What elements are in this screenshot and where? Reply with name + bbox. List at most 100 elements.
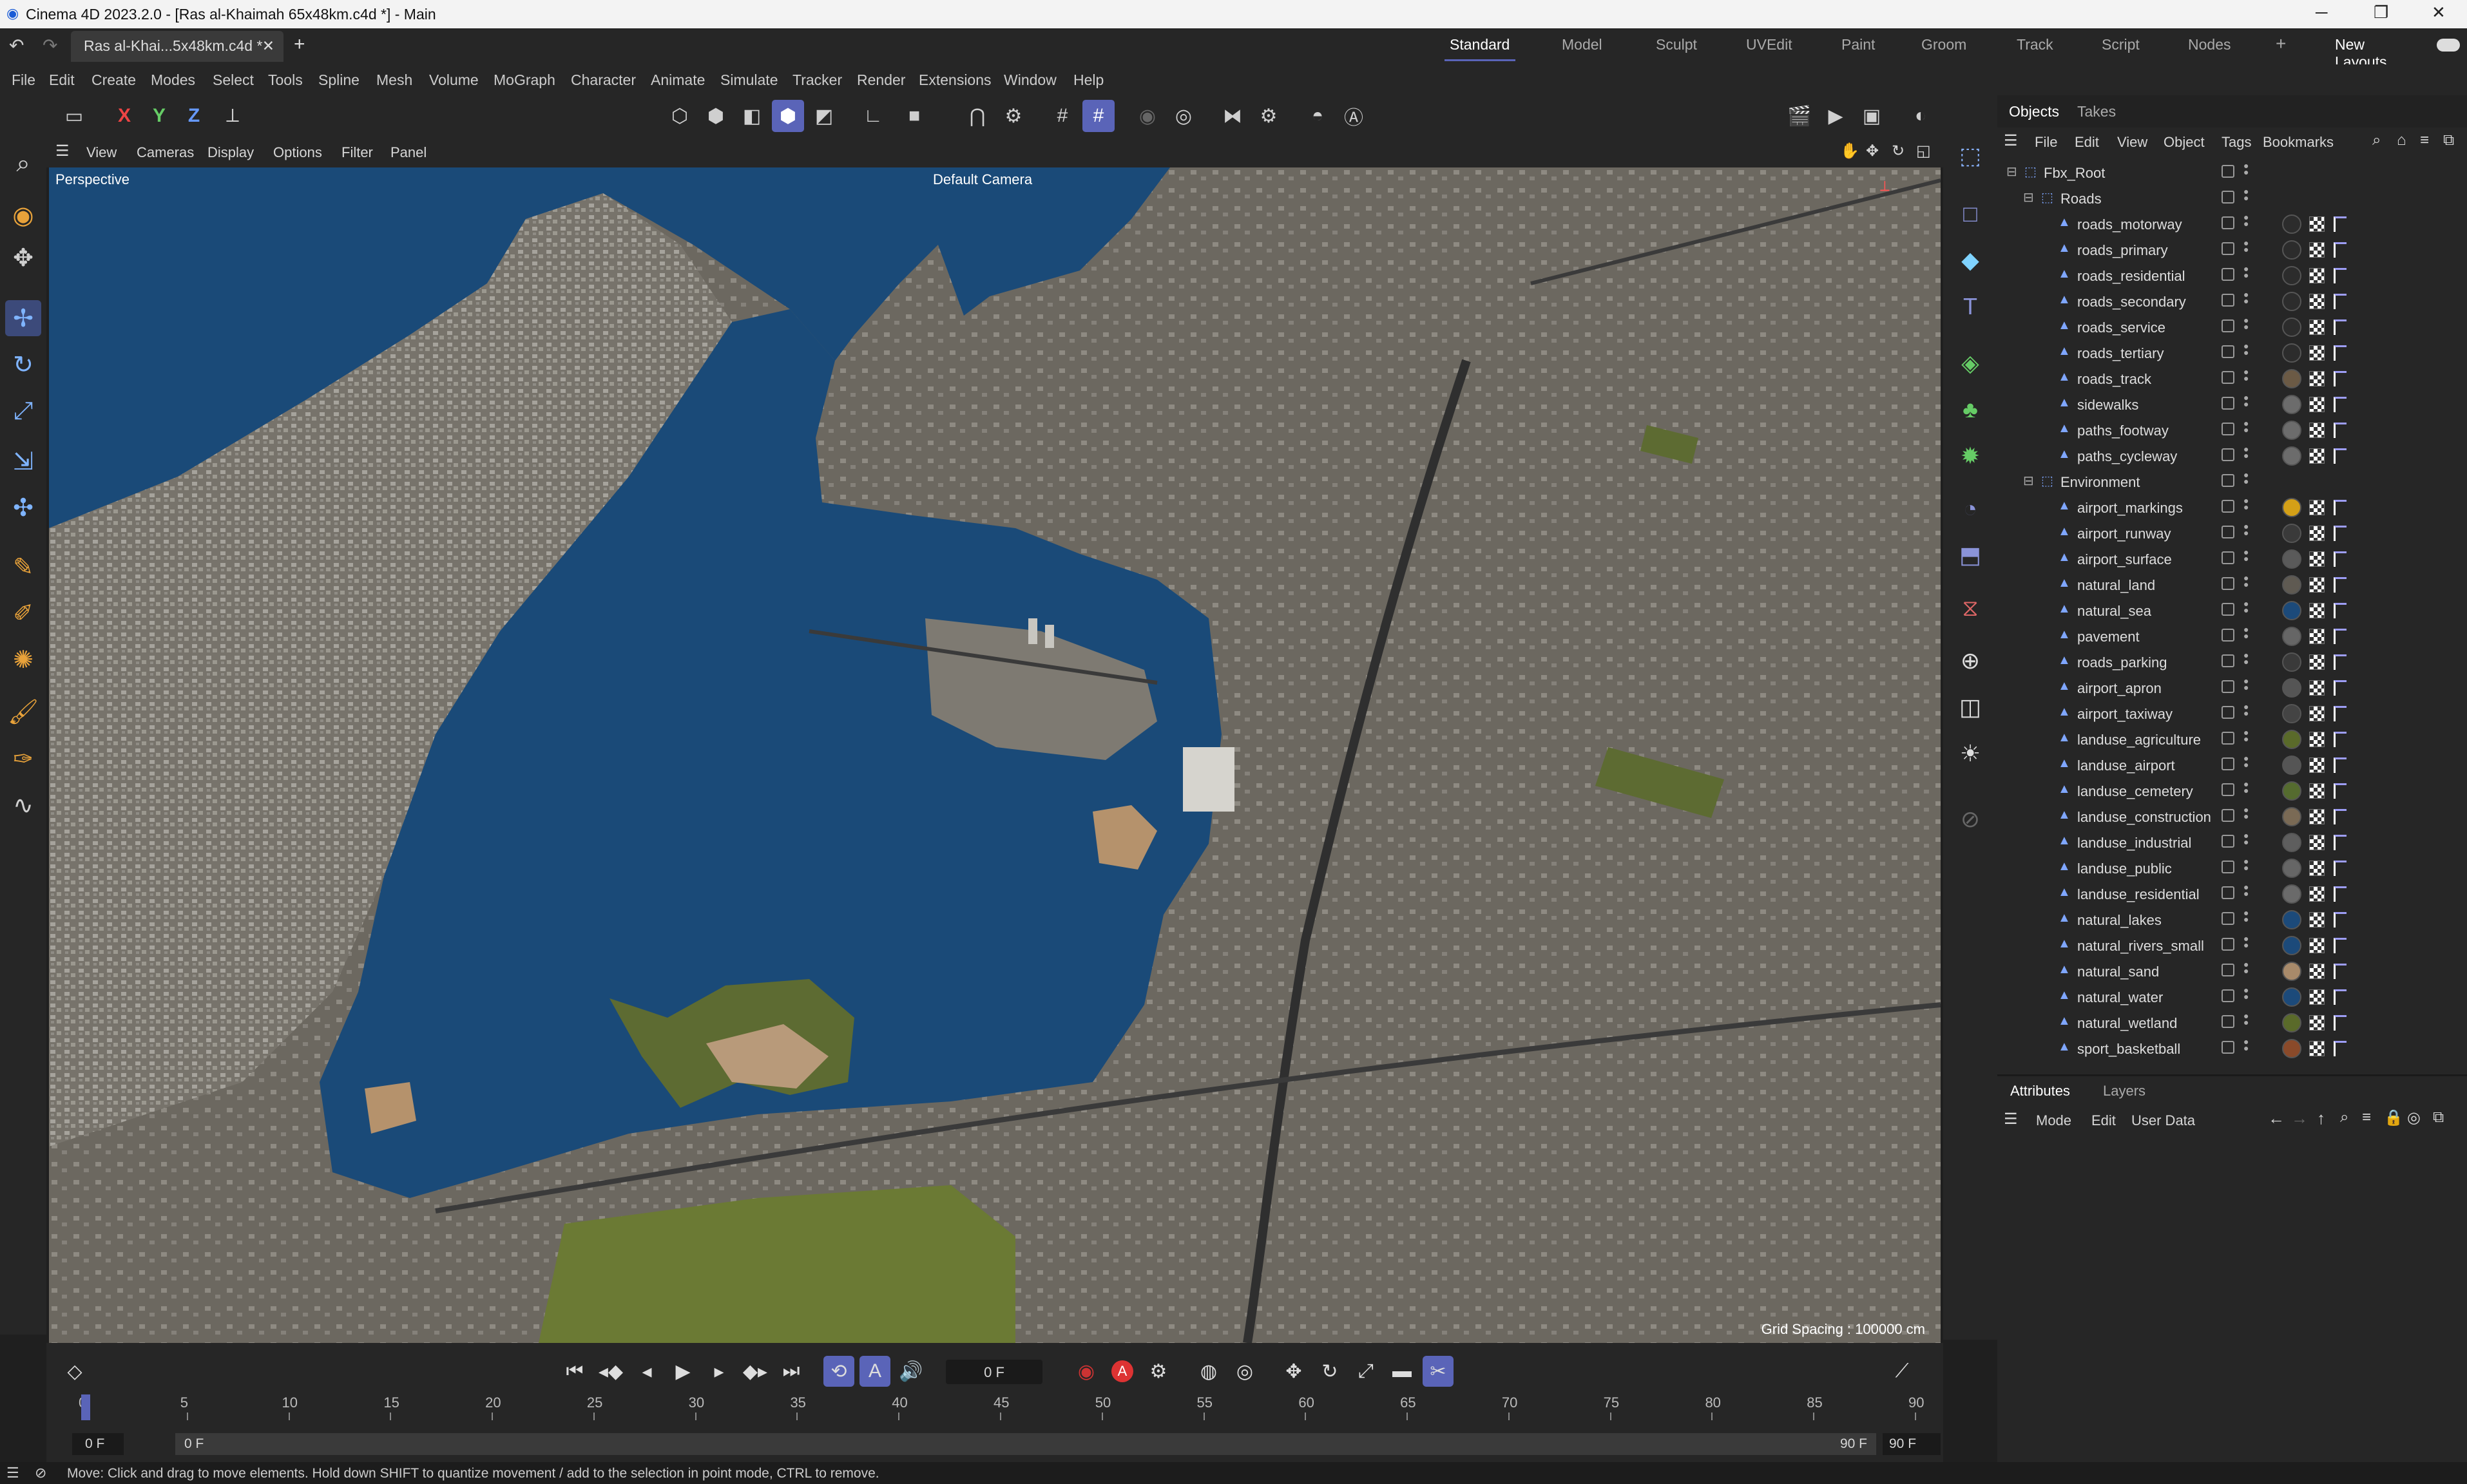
visibility-check-icon[interactable]	[2222, 680, 2234, 693]
editor-render-dots[interactable]: ● ●	[2243, 857, 2250, 879]
layout-nodes[interactable]: Nodes	[2188, 36, 2231, 53]
selection-tag-icon[interactable]	[2334, 783, 2347, 799]
visibility-check-icon[interactable]	[2222, 861, 2234, 873]
collapse-icon[interactable]: ⊟	[2023, 189, 2040, 206]
selection-tag-icon[interactable]	[2334, 938, 2347, 953]
next-key-icon[interactable]: ◆▸	[740, 1356, 771, 1387]
object-name[interactable]: airport_markings	[2077, 500, 2183, 517]
object-row[interactable]: ▲ landuse_airport ● ●	[1997, 752, 2467, 778]
visibility-check-icon[interactable]	[2222, 448, 2234, 461]
visibility-check-icon[interactable]	[2222, 757, 2234, 770]
uvw-tag-icon[interactable]	[2309, 629, 2325, 644]
visibility-check-icon[interactable]	[2222, 629, 2234, 642]
previous-key-icon[interactable]: ◂◆	[595, 1356, 626, 1387]
add-layout-icon[interactable]: +	[2276, 33, 2286, 54]
spline-wrap-icon[interactable]: ⧖	[1952, 590, 1988, 626]
editor-render-dots[interactable]: ● ●	[2243, 779, 2250, 801]
editor-render-dots[interactable]: ● ●	[2243, 213, 2250, 234]
uvw-tag-icon[interactable]	[2309, 938, 2325, 953]
selection-tag-icon[interactable]	[2334, 577, 2347, 593]
vp-menu-cameras[interactable]: Cameras	[137, 144, 194, 161]
uvw-tag-icon[interactable]	[2309, 526, 2325, 541]
new-window-icon[interactable]: ⧉	[2443, 131, 2454, 149]
layout-paint[interactable]: Paint	[1841, 36, 1875, 53]
visibility-check-icon[interactable]	[2222, 423, 2234, 435]
material-tag-icon[interactable]	[2282, 652, 2301, 672]
object-row[interactable]: ▲ natural_sea ● ●	[1997, 598, 2467, 623]
editor-render-dots[interactable]: ● ●	[2243, 754, 2250, 775]
subdivision-icon[interactable]: ◈	[1952, 345, 1988, 381]
object-name[interactable]: roads_primary	[2077, 242, 2168, 259]
material-tag-icon[interactable]	[2282, 678, 2301, 698]
object-name[interactable]: airport_apron	[2077, 680, 2162, 697]
minimize-icon[interactable]: ─	[2316, 3, 2327, 23]
object-row[interactable]: ▲ landuse_construction ● ●	[1997, 804, 2467, 830]
rotate-tool-icon[interactable]: ↻	[5, 347, 41, 383]
menu-select[interactable]: Select	[213, 71, 254, 89]
object-manager-icon[interactable]: ⬚	[1952, 138, 1988, 174]
selection-tag-icon[interactable]	[2334, 551, 2347, 567]
object-row[interactable]: ▲ paths_footway ● ●	[1997, 417, 2467, 443]
select-tool-icon[interactable]: ◉	[5, 197, 41, 233]
selection-tag-icon[interactable]	[2334, 1015, 2347, 1031]
material-tag-icon[interactable]	[2282, 240, 2301, 260]
selection-tag-icon[interactable]	[2334, 732, 2347, 747]
play-icon[interactable]: ▶	[667, 1356, 698, 1387]
attr-menu-edit[interactable]: Edit	[2091, 1112, 2116, 1129]
menu-edit[interactable]: Edit	[49, 71, 75, 89]
menu-extensions[interactable]: Extensions	[919, 71, 992, 89]
material-tag-icon[interactable]	[2282, 498, 2301, 517]
material-tag-icon[interactable]	[2282, 1013, 2301, 1032]
timeline-graph-icon[interactable]: ⟋	[1886, 1356, 1917, 1387]
uvw-tag-icon[interactable]	[2309, 423, 2325, 438]
visibility-check-icon[interactable]	[2222, 706, 2234, 719]
vp-menu-panel[interactable]: Panel	[390, 144, 427, 161]
live-selection-icon[interactable]: ✥	[5, 240, 41, 276]
selection-tag-icon[interactable]	[2334, 345, 2347, 361]
close-tab-icon[interactable]: ✕	[262, 37, 274, 55]
object-name[interactable]: Environment	[2060, 474, 2140, 491]
object-row[interactable]: ▲ airport_taxiway ● ●	[1997, 701, 2467, 727]
material-tag-icon[interactable]	[2282, 859, 2301, 878]
maximize-icon[interactable]: ❐	[2374, 3, 2388, 23]
object-name[interactable]: sidewalks	[2077, 397, 2138, 414]
visibility-check-icon[interactable]	[2222, 989, 2234, 1002]
uvw-tag-icon[interactable]	[2309, 757, 2325, 773]
object-row[interactable]: ▲ natural_land ● ●	[1997, 572, 2467, 598]
selection-tag-icon[interactable]	[2334, 706, 2347, 721]
uvw-tag-icon[interactable]	[2309, 319, 2325, 335]
selection-tag-icon[interactable]	[2334, 319, 2347, 335]
object-name[interactable]: landuse_cemetery	[2077, 783, 2193, 800]
key-rotation-icon[interactable]: ◎	[1229, 1356, 1260, 1387]
visibility-check-icon[interactable]	[2222, 886, 2234, 899]
editor-render-dots[interactable]: ● ●	[2243, 960, 2250, 982]
z-axis-lock[interactable]: Z	[178, 100, 210, 132]
editor-render-dots[interactable]: ● ●	[2243, 573, 2250, 595]
cube-icon[interactable]: ◆	[1952, 242, 1988, 278]
selection-tag-icon[interactable]	[2334, 603, 2347, 618]
uvw-tag-icon[interactable]	[2309, 216, 2325, 232]
layout-script[interactable]: Script	[2102, 36, 2140, 53]
object-name[interactable]: airport_runway	[2077, 526, 2171, 542]
sculpt-tool-icon[interactable]: ∿	[5, 787, 41, 823]
uvw-tag-icon[interactable]	[2309, 448, 2325, 464]
object-name[interactable]: natural_wetland	[2077, 1015, 2177, 1032]
redo-icon[interactable]: ↷	[43, 35, 57, 56]
coordinate-system-icon[interactable]: ⟂	[216, 100, 249, 132]
editor-render-dots[interactable]: ● ●	[2243, 625, 2250, 647]
redshift-icon[interactable]: ◐	[1905, 100, 1937, 132]
selection-tag-icon[interactable]	[2334, 654, 2347, 670]
tab-attributes[interactable]: Attributes	[2010, 1083, 2070, 1099]
selection-tag-icon[interactable]	[2334, 397, 2347, 412]
object-name[interactable]: landuse_residential	[2077, 886, 2200, 903]
time-ruler[interactable]: 051015202530354045505560657075808590	[72, 1394, 1928, 1420]
editor-render-dots[interactable]: ● ●	[2243, 341, 2250, 363]
snap-magnet-icon[interactable]: ⋂	[961, 100, 994, 132]
brush-icon[interactable]: 🖌	[5, 694, 41, 730]
disabled-tool-icon[interactable]: ⊘	[1952, 801, 1988, 837]
vp-menu-view[interactable]: View	[86, 144, 117, 161]
selection-tag-icon[interactable]	[2334, 268, 2347, 283]
material-tag-icon[interactable]	[2282, 884, 2301, 904]
menu-animate[interactable]: Animate	[651, 71, 705, 89]
menu-mesh[interactable]: Mesh	[376, 71, 412, 89]
